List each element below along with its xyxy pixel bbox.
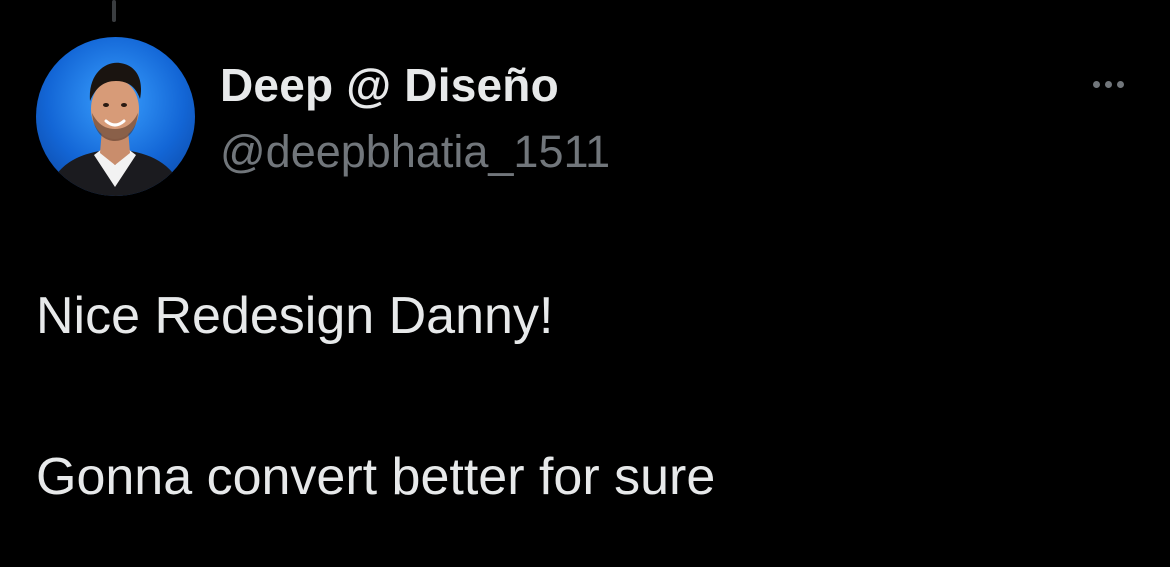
tweet-text-line: Nice Redesign Danny! [36,287,554,345]
more-options-icon-dot [1116,80,1124,88]
avatar-photo-icon [46,62,185,196]
author-avatar[interactable] [36,37,195,196]
more-options-button[interactable] [1080,68,1136,100]
tweet-text-line: Gonna convert better for sure [36,448,716,506]
thread-connector-line [112,0,116,22]
more-options-icon [1092,80,1100,88]
more-options-icon-dot [1104,80,1112,88]
author-display-name[interactable]: Deep @ Diseño [220,58,559,112]
author-handle[interactable]: @deepbhatia_1511 [220,126,610,178]
